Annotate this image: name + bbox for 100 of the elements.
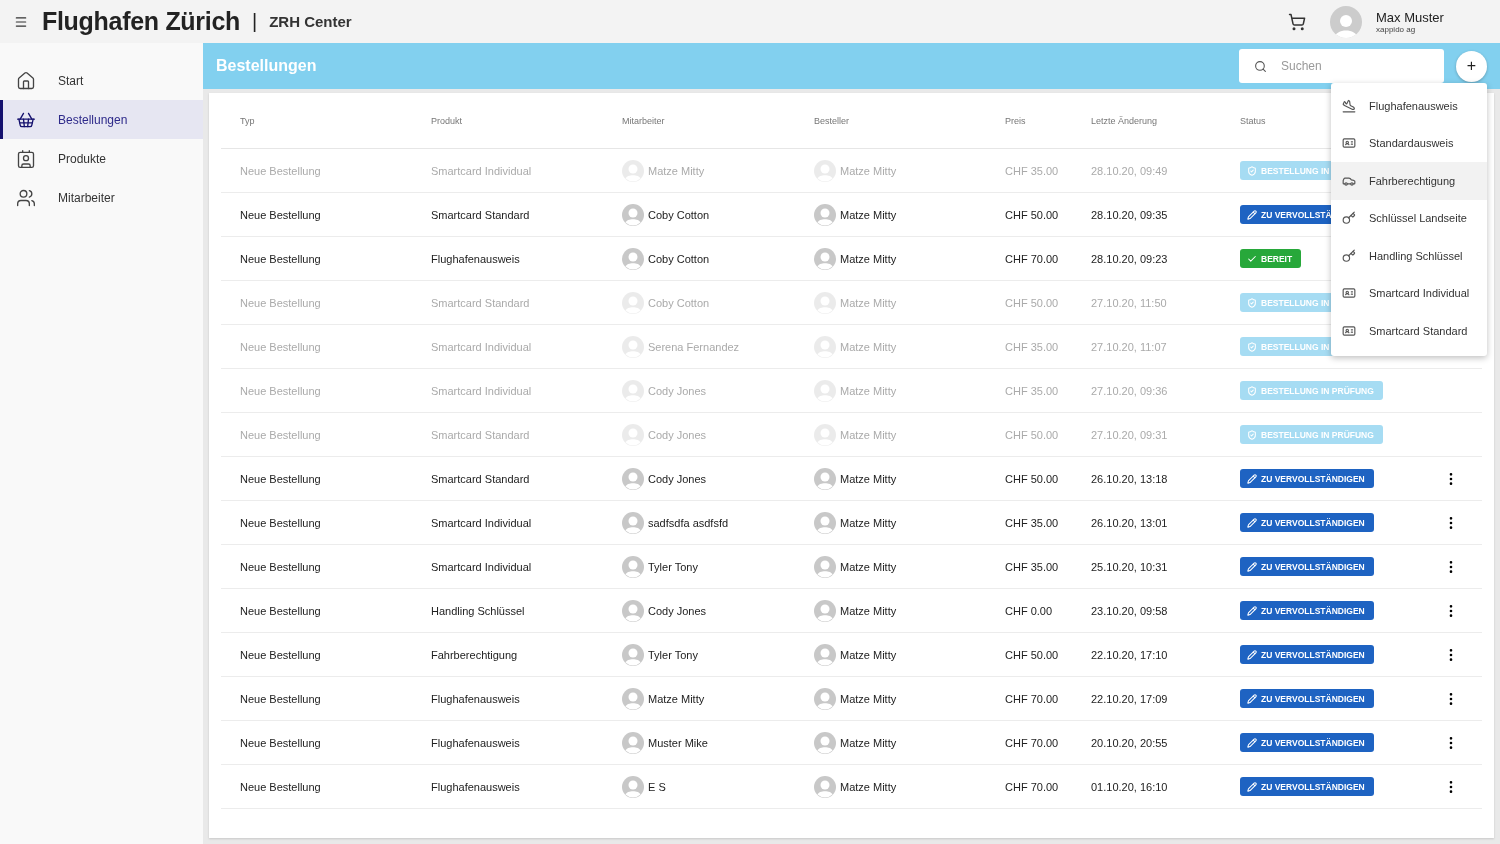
status-badge: ZU VERVOLLSTÄNDIGEN <box>1240 777 1374 796</box>
table-cell-text: Smartcard Standard <box>431 296 531 309</box>
avatar-icon <box>622 467 644 490</box>
avatar-icon <box>622 775 644 798</box>
table-cell-text: Neue Bestellung <box>240 560 322 573</box>
table-cell-text: CHF 35.00 <box>1005 516 1060 529</box>
table-cell: Matze Mitty <box>840 780 897 793</box>
status-badge: BEREIT <box>1240 249 1302 268</box>
table-cell-text: Flughafenausweis <box>431 736 521 749</box>
sidebar-item[interactable]: Produkte <box>0 139 203 178</box>
avatar-icon <box>622 643 644 666</box>
sidebar-item[interactable]: Bestellungen <box>0 100 203 139</box>
menu-icon[interactable] <box>14 14 28 29</box>
menu-item[interactable]: Standardausweis <box>1331 124 1487 162</box>
table-cell-text: Smartcard Individual <box>431 384 533 397</box>
menu-item[interactable]: Handling Schlüssel <box>1331 237 1487 275</box>
search-field[interactable]: Suchen <box>1239 49 1444 83</box>
table-cell: Matze Mitty <box>840 516 897 529</box>
avatar-icon <box>622 203 644 226</box>
table-cell: Matze Mitty <box>840 428 897 441</box>
brand-separator: | <box>252 10 258 33</box>
table-cell: Coby Cotton <box>648 296 710 309</box>
table-cell-text: CHF 50.00 <box>1005 296 1060 309</box>
table-cell-text: 25.10.20, 10:31 <box>1091 560 1169 573</box>
table-cell-text: 20.10.20, 20:55 <box>1091 736 1169 749</box>
table-cell-text: 28.10.20, 09:23 <box>1091 252 1169 265</box>
avatar-icon <box>814 467 836 490</box>
table-cell: Matze Mitty <box>840 648 897 661</box>
status-badge: ZU VERVOLLSTÄNDIGEN <box>1240 645 1374 664</box>
table-cell-text: CHF 35.00 <box>1005 384 1060 397</box>
table-cell: Matze Mitty <box>840 164 897 177</box>
table-cell: Cody Jones <box>648 472 707 485</box>
table-cell-text: 22.10.20, 17:09 <box>1091 692 1169 705</box>
user-company: xappido ag <box>1376 24 1417 34</box>
table-cell-text: CHF 70.00 <box>1005 736 1060 749</box>
table-cell-text: 28.10.20, 09:35 <box>1091 208 1169 221</box>
status-badge: ZU VERVOLLSTÄNDIGEN <box>1240 557 1374 576</box>
sidebar-item[interactable]: Mitarbeiter <box>0 178 203 217</box>
card-icon <box>1342 323 1356 338</box>
table-cell-text: Neue Bestellung <box>240 340 322 353</box>
menu-item[interactable]: Fahrberechtigung <box>1331 162 1487 200</box>
status-badge: ZU VERVOLLSTÄNDIGEN <box>1240 733 1374 752</box>
table-cell-text: Neue Bestellung <box>240 208 322 221</box>
menu-item[interactable]: Smartcard Individual <box>1331 274 1487 312</box>
table-cell-text: CHF 70.00 <box>1005 780 1060 793</box>
card-icon <box>1342 286 1356 301</box>
table-cell: Serena Fernandez <box>648 340 740 353</box>
status-badge: ZU VERVOLLSTÄNDIGEN <box>1240 513 1374 532</box>
table-cell-text: Smartcard Individual <box>431 560 533 573</box>
add-button[interactable]: + <box>1456 50 1487 82</box>
table-cell: Matze Mitty <box>648 164 705 177</box>
table-cell-text: Neue Bestellung <box>240 472 322 485</box>
status-badge: ZU VERVOLLSTÄNDIGEN <box>1240 469 1374 488</box>
table-cell-text: CHF 35.00 <box>1005 340 1060 353</box>
home-icon <box>16 70 36 91</box>
status-badge: ZU VERVOLLSTÄNDIGEN <box>1240 689 1374 708</box>
table-cell-text: CHF 70.00 <box>1005 252 1060 265</box>
column-header: Besteller <box>814 115 850 126</box>
table-cell: Matze Mitty <box>840 604 897 617</box>
app-name: ZRH Center <box>269 13 352 30</box>
table-cell-text: 27.10.20, 09:36 <box>1091 384 1169 397</box>
table-cell-text: Flughafenausweis <box>431 692 521 705</box>
table-cell-text: CHF 50.00 <box>1005 648 1060 661</box>
avatar-icon <box>622 599 644 622</box>
table-cell-text: CHF 35.00 <box>1005 164 1060 177</box>
people-icon <box>16 187 36 208</box>
table-cell-text: Fahrberechtigung <box>431 648 519 661</box>
avatar-icon <box>814 731 836 754</box>
menu-item[interactable]: Flughafenausweis <box>1331 87 1487 125</box>
column-header: Letzte Änderung <box>1091 115 1159 126</box>
column-header: Preis <box>1005 115 1027 126</box>
table-cell: E S <box>648 780 666 793</box>
table-cell-text: CHF 0.00 <box>1005 604 1054 617</box>
page-title: Bestellungen <box>216 57 317 75</box>
table-cell: Cody Jones <box>648 428 707 441</box>
table-cell-text: Neue Bestellung <box>240 692 322 705</box>
status-badge: BESTELLUNG IN PRÜFUNG <box>1240 425 1383 444</box>
table-cell-text: Smartcard Standard <box>431 472 531 485</box>
table-cell-text: CHF 50.00 <box>1005 208 1060 221</box>
sidebar-item[interactable]: Start <box>0 61 203 100</box>
column-header: Status <box>1240 115 1267 126</box>
table-cell-text: Flughafenausweis <box>431 252 521 265</box>
table-cell: sadfsdfa asdfsfd <box>648 516 729 529</box>
card-icon <box>1342 136 1356 151</box>
cart-icon[interactable] <box>1288 12 1306 31</box>
table-cell: Coby Cotton <box>648 252 710 265</box>
menu-item[interactable]: Smartcard Standard <box>1331 312 1487 350</box>
plane-icon <box>1342 98 1356 113</box>
table-cell-text: 27.10.20, 09:31 <box>1091 428 1169 441</box>
user-name: Max Muster <box>1376 9 1445 25</box>
table-cell-text: 01.10.20, 16:10 <box>1091 780 1169 793</box>
table-cell: Cody Jones <box>648 384 707 397</box>
table-cell-text: Neue Bestellung <box>240 516 322 529</box>
table-cell: Matze Mitty <box>840 340 897 353</box>
menu-item[interactable]: Schlüssel Landseite <box>1331 199 1487 237</box>
table-cell: Matze Mitty <box>840 252 897 265</box>
table-cell-text: Neue Bestellung <box>240 648 322 661</box>
table-cell-text: 23.10.20, 09:58 <box>1091 604 1169 617</box>
avatar-icon <box>622 555 644 578</box>
table-cell: Matze Mitty <box>840 384 897 397</box>
